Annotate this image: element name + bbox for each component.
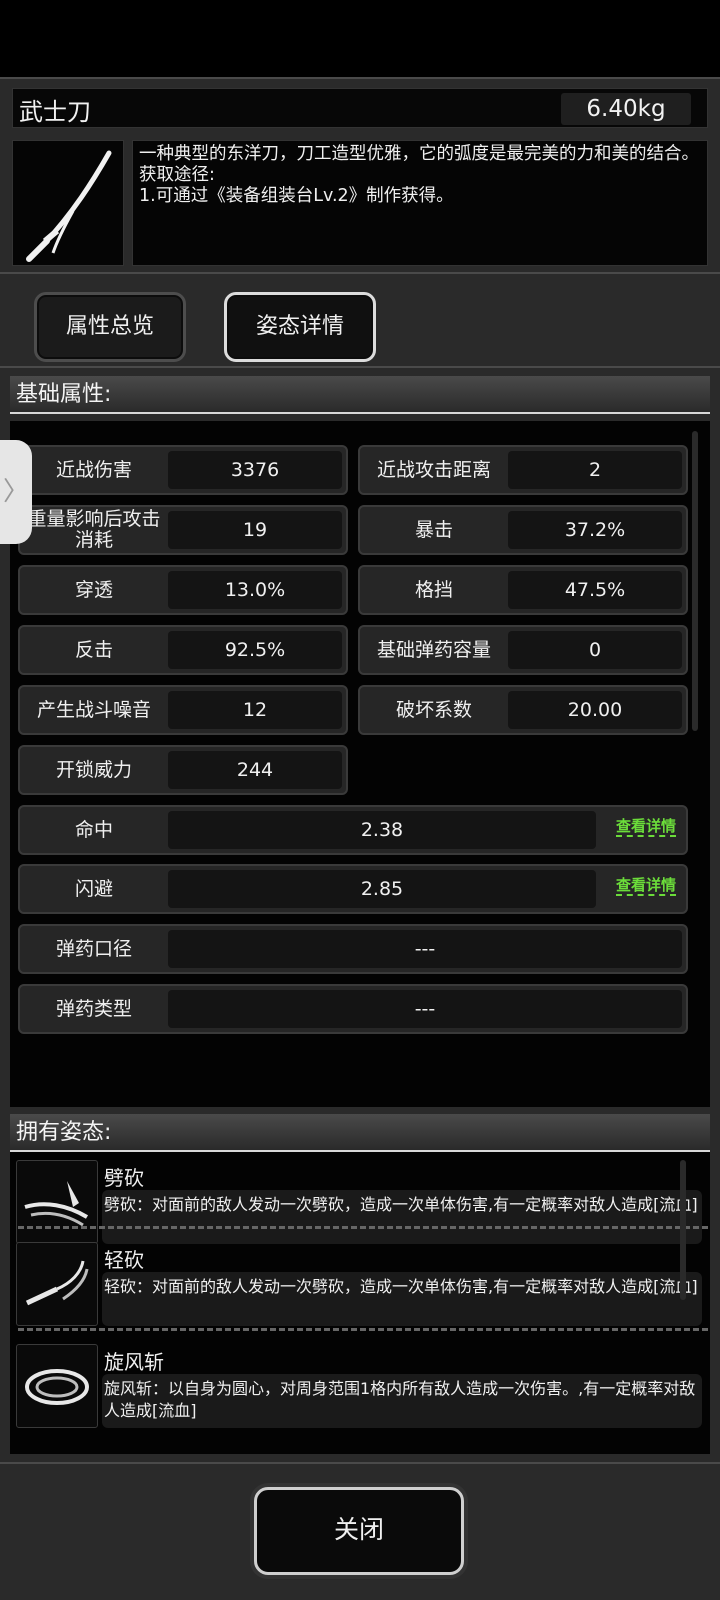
attr-combat-noise: 产生战斗噪音 12	[18, 685, 348, 735]
katana-icon	[12, 140, 124, 266]
close-button[interactable]: 关闭	[254, 1487, 464, 1575]
divider	[18, 1328, 708, 1331]
divider	[0, 1462, 720, 1464]
basic-attributes-list[interactable]: 近战伤害 3376 近战攻击距离 2 重量影响后攻击消耗 19 暴击 37.2% 穿透 1…	[10, 421, 710, 1107]
basic-attributes-header: 基础属性:	[10, 376, 710, 414]
stances-header: 拥有姿态:	[10, 1114, 710, 1152]
tab-stance-details[interactable]: 姿态详情	[224, 292, 376, 362]
attr-evasion: 闪避 2.85 查看详情	[18, 864, 688, 914]
item-weight: 6.40kg	[561, 93, 691, 125]
divider	[18, 1226, 708, 1229]
light-slash-icon	[16, 1242, 98, 1326]
accuracy-details-link[interactable]: 查看详情	[615, 817, 676, 837]
slash-icon	[16, 1160, 98, 1244]
attr-ammo-type: 弹药类型 ---	[18, 984, 688, 1034]
stance-description: 轻砍：对面前的敌人发动一次劈砍，造成一次单体伤害,有一定概率对敌人造成[流血]	[102, 1272, 702, 1326]
stance-name: 轻砍	[104, 1248, 144, 1272]
attr-block: 格挡 47.5%	[358, 565, 688, 615]
attr-counter: 反击 92.5%	[18, 625, 348, 675]
attr-weighted-attack-cost: 重量影响后攻击消耗 19	[18, 505, 348, 555]
attributes-scrollbar[interactable]	[692, 431, 698, 731]
attr-critical: 暴击 37.2%	[358, 505, 688, 555]
attr-destruction-factor: 破坏系数 20.00	[358, 685, 688, 735]
description-line: 一种典型的东洋刀，刀工造型优雅，它的弧度是最完美的力和美的结合。	[139, 144, 699, 164]
stances-list[interactable]: 劈砍 劈砍：对面前的敌人发动一次劈砍，造成一次单体伤害,有一定概率对敌人造成[流…	[10, 1152, 710, 1454]
attr-melee-damage: 近战伤害 3376	[18, 445, 348, 495]
stance-item[interactable]: 旋风斩 旋风斩：以自身为圆心，对周身范围1格内所有敌人造成一次伤害。,有一定概率…	[16, 1344, 704, 1434]
item-name: 武士刀	[19, 98, 91, 126]
stance-name: 劈砍	[104, 1166, 144, 1190]
attr-accuracy: 命中 2.38 查看详情	[18, 805, 688, 855]
item-description: 一种典型的东洋刀，刀工造型优雅，它的弧度是最完美的力和美的结合。 获取途径: 1…	[132, 140, 708, 266]
attr-penetration: 穿透 13.0%	[18, 565, 348, 615]
evasion-details-link[interactable]: 查看详情	[615, 876, 676, 896]
stance-name: 旋风斩	[104, 1350, 164, 1374]
description-line: 1.可通过《装备组装台Lv.2》制作获得。	[139, 186, 454, 206]
attr-lockpick-power: 开锁威力 244	[18, 745, 348, 795]
item-header: 武士刀 6.40kg	[12, 88, 708, 128]
attr-base-ammo-capacity: 基础弹药容量 0	[358, 625, 688, 675]
stances-scrollbar[interactable]	[680, 1160, 686, 1300]
stance-item[interactable]: 劈砍 劈砍：对面前的敌人发动一次劈砍，造成一次单体伤害,有一定概率对敌人造成[流…	[16, 1160, 704, 1250]
tab-attribute-overview[interactable]: 属性总览	[34, 292, 186, 362]
attr-ammo-caliber: 弹药口径 ---	[18, 924, 688, 974]
stance-description: 旋风斩：以自身为圆心，对周身范围1格内所有敌人造成一次伤害。,有一定概率对敌人造…	[102, 1374, 702, 1428]
divider	[0, 272, 720, 274]
attr-melee-range: 近战攻击距离 2	[358, 445, 688, 495]
stance-description: 劈砍：对面前的敌人发动一次劈砍，造成一次单体伤害,有一定概率对敌人造成[流血]	[102, 1190, 702, 1244]
stance-item[interactable]: 轻砍 轻砍：对面前的敌人发动一次劈砍，造成一次单体伤害,有一定概率对敌人造成[流…	[16, 1242, 704, 1332]
whirlwind-icon	[16, 1344, 98, 1428]
side-drawer-handle[interactable]: 〉	[0, 440, 32, 544]
divider	[0, 366, 720, 368]
description-line: 获取途径:	[139, 165, 215, 185]
